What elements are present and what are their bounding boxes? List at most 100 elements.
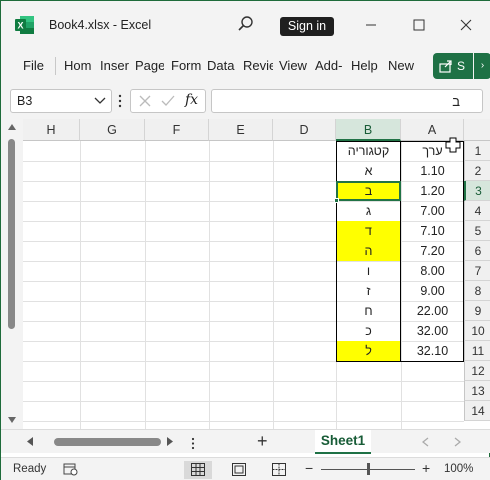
category-cell[interactable]: ד: [336, 221, 401, 241]
grid-view-icon: [191, 463, 205, 476]
gridline: [273, 141, 274, 429]
tab-add-ins[interactable]: Add-: [315, 58, 345, 73]
select-all-corner[interactable]: [464, 119, 490, 141]
tab-view[interactable]: View: [279, 58, 309, 73]
zoom-slider-handle[interactable]: [367, 463, 370, 475]
gridline: [23, 381, 464, 382]
column-header-f[interactable]: F: [145, 119, 209, 141]
enter-check-icon[interactable]: [161, 95, 175, 107]
tab-home[interactable]: Hom: [64, 58, 94, 73]
column-header-b[interactable]: B: [336, 119, 401, 141]
cancel-icon[interactable]: [139, 95, 151, 107]
previous-sheet-icon[interactable]: [422, 437, 429, 447]
category-cell[interactable]: ו: [336, 261, 401, 281]
zoom-level[interactable]: 100%: [444, 463, 473, 475]
value-cell[interactable]: 32.00: [401, 321, 464, 341]
value-cell[interactable]: 32.10: [401, 341, 464, 361]
value-cell[interactable]: 8.00: [401, 261, 464, 281]
row-header[interactable]: 12: [464, 361, 490, 381]
formula-input[interactable]: ב: [211, 89, 483, 113]
window-title: Book4.xlsx - Excel: [49, 18, 152, 32]
sign-in-button[interactable]: Sign in: [280, 17, 334, 36]
value-cell[interactable]: 7.10: [401, 221, 464, 241]
vertical-scrollbar[interactable]: [1, 119, 23, 429]
category-cell[interactable]: ג: [336, 201, 401, 221]
name-box[interactable]: B3: [10, 89, 112, 113]
vertical-scroll-thumb[interactable]: [8, 139, 15, 329]
category-cell[interactable]: ח: [336, 301, 401, 321]
title-bar: X Book4.xlsx - Excel Sign in: [1, 1, 490, 49]
value-cell[interactable]: 7.00: [401, 201, 464, 221]
row-header[interactable]: 1: [464, 141, 490, 161]
column-header-e[interactable]: E: [209, 119, 273, 141]
share-button[interactable]: S: [433, 53, 473, 79]
row-header[interactable]: 2: [464, 161, 490, 181]
scroll-left-icon[interactable]: [27, 437, 33, 446]
row-header[interactable]: 11: [464, 341, 490, 361]
table-border: [463, 141, 464, 362]
search-icon[interactable]: [237, 15, 255, 33]
value-cell[interactable]: 22.00: [401, 301, 464, 321]
next-sheet-icon[interactable]: [454, 437, 461, 447]
category-cell[interactable]: ל: [336, 341, 401, 361]
worksheet-grid[interactable]: H G F E D B A 1 2 3 4 5 6 7 8 9 10 11 12…: [1, 119, 490, 429]
chevron-down-icon[interactable]: [94, 97, 106, 105]
column-header-g[interactable]: G: [80, 119, 145, 141]
column-header-h[interactable]: H: [23, 119, 80, 141]
category-cell[interactable]: ז: [336, 281, 401, 301]
row-header[interactable]: 4: [464, 201, 490, 221]
scroll-up-icon[interactable]: [8, 124, 16, 130]
page-layout-view-button[interactable]: [225, 461, 253, 479]
row-header[interactable]: 13: [464, 381, 490, 401]
tab-new[interactable]: New: [388, 58, 418, 73]
scroll-down-icon[interactable]: [8, 417, 16, 423]
value-cell[interactable]: 9.00: [401, 281, 464, 301]
fill-handle[interactable]: [334, 198, 339, 203]
row-header[interactable]: 3: [464, 181, 490, 201]
row-header[interactable]: 14: [464, 401, 490, 421]
category-cell[interactable]: ה: [336, 241, 401, 261]
tab-file[interactable]: File: [23, 58, 44, 73]
zoom-in-button[interactable]: +: [422, 460, 430, 476]
value-cell[interactable]: 1.10: [401, 161, 464, 181]
row-header[interactable]: 9: [464, 301, 490, 321]
header-cell-category[interactable]: קטגוריה: [336, 141, 401, 161]
accessibility-icon[interactable]: [63, 463, 79, 477]
row-header[interactable]: 5: [464, 221, 490, 241]
gridline: [145, 141, 146, 429]
column-header-d[interactable]: D: [273, 119, 336, 141]
add-sheet-button[interactable]: +: [257, 431, 268, 452]
row-header[interactable]: 7: [464, 261, 490, 281]
tab-data[interactable]: Data: [207, 58, 237, 73]
minimize-icon[interactable]: [363, 17, 379, 33]
page-layout-icon: [232, 463, 246, 476]
more-options-icon[interactable]: [117, 94, 123, 108]
row-header[interactable]: 8: [464, 281, 490, 301]
row-header[interactable]: 6: [464, 241, 490, 261]
page-break-view-button[interactable]: [265, 461, 293, 479]
insert-function-icon[interactable]: fx: [185, 92, 198, 108]
tab-review[interactable]: Revie: [243, 58, 273, 73]
row-header[interactable]: 10: [464, 321, 490, 341]
maximize-icon[interactable]: [411, 17, 427, 33]
tab-insert[interactable]: Inser: [100, 58, 129, 73]
more-options-icon[interactable]: [190, 436, 196, 450]
scroll-right-icon[interactable]: [167, 437, 173, 446]
category-cell[interactable]: א: [336, 161, 401, 181]
category-cell[interactable]: כ: [336, 321, 401, 341]
value-cell[interactable]: 1.20: [401, 181, 464, 201]
cell-cursor-icon: [445, 137, 461, 153]
normal-view-button[interactable]: [184, 461, 212, 479]
value-cell[interactable]: 7.20: [401, 241, 464, 261]
share-dropdown-icon[interactable]: ›: [474, 53, 490, 79]
tab-help[interactable]: Help: [351, 58, 381, 73]
share-icon: [439, 60, 452, 73]
horizontal-scroll-thumb[interactable]: [54, 438, 161, 446]
formula-bar: B3 fx ב: [1, 83, 490, 119]
active-cell-selection[interactable]: [336, 181, 401, 201]
close-icon[interactable]: [458, 17, 474, 33]
sheet-tab-sheet1[interactable]: Sheet1: [315, 430, 371, 454]
zoom-out-button[interactable]: −: [305, 460, 313, 476]
tab-formulas[interactable]: Form: [171, 58, 201, 73]
tab-page-layout[interactable]: Page: [135, 58, 164, 73]
